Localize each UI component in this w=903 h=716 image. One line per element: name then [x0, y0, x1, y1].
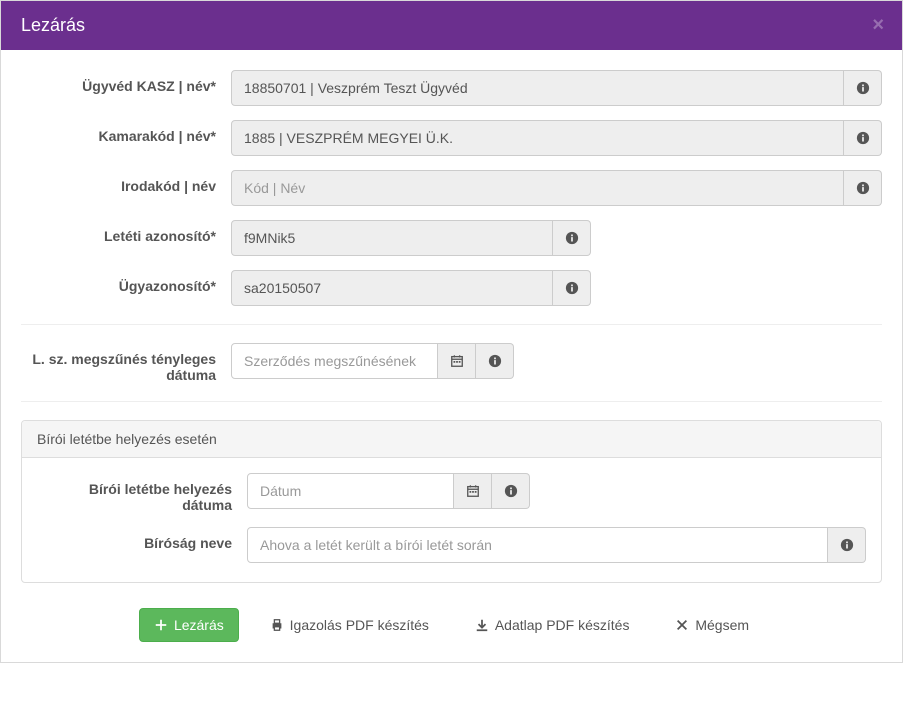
info-icon [844, 70, 882, 106]
panel-heading: Bírói letétbe helyezés esetén [22, 421, 881, 458]
row-irodakod: Irodakód | név [21, 170, 882, 206]
button-label: Mégsem [695, 617, 749, 633]
modal-footer: Lezárás Igazolás PDF készítés Adatlap PD… [1, 593, 902, 662]
label-biroi-datum: Bírói letétbe helyezés dátuma [37, 473, 247, 513]
label-kamarakod: Kamarakód | név* [21, 120, 231, 144]
info-icon [553, 270, 591, 306]
modal-body: Ügyvéd KASZ | név* Kamarakód | név* Irod… [1, 50, 902, 593]
modal-title: Lezárás [21, 15, 882, 36]
label-leteti: Letéti azonosító* [21, 220, 231, 244]
label-ugyved: Ügyvéd KASZ | név* [21, 70, 231, 94]
lezaras-button[interactable]: Lezárás [139, 608, 239, 642]
adatlap-pdf-button[interactable]: Adatlap PDF készítés [460, 608, 645, 642]
input-megszunes-date[interactable] [231, 343, 438, 379]
divider [21, 401, 882, 402]
button-label: Adatlap PDF készítés [495, 617, 630, 633]
button-label: Lezárás [174, 617, 224, 633]
calendar-icon[interactable] [438, 343, 476, 379]
info-icon [476, 343, 514, 379]
info-icon [844, 170, 882, 206]
download-icon [475, 618, 489, 632]
info-icon [492, 473, 530, 509]
row-kamarakod: Kamarakód | név* [21, 120, 882, 156]
input-kamarakod [231, 120, 844, 156]
panel-biroi: Bírói letétbe helyezés esetén Bírói leté… [21, 420, 882, 583]
plus-icon [154, 618, 168, 632]
input-ugyved [231, 70, 844, 106]
info-icon [553, 220, 591, 256]
input-irodakod [231, 170, 844, 206]
modal-header: Lezárás × [1, 1, 902, 50]
print-icon [270, 618, 284, 632]
megsem-button[interactable]: Mégsem [660, 608, 764, 642]
label-ugy: Ügyazonosító* [21, 270, 231, 294]
row-birosag: Bíróság neve [37, 527, 866, 563]
row-biroi-datum: Bírói letétbe helyezés dátuma [37, 473, 866, 513]
igazolas-pdf-button[interactable]: Igazolás PDF készítés [255, 608, 444, 642]
button-label: Igazolás PDF készítés [290, 617, 429, 633]
calendar-icon[interactable] [454, 473, 492, 509]
label-irodakod: Irodakód | név [21, 170, 231, 194]
row-ugyved: Ügyvéd KASZ | név* [21, 70, 882, 106]
close-icon [675, 618, 689, 632]
label-megszunes: L. sz. megszűnés tényleges dátuma [21, 343, 231, 383]
input-ugy [231, 270, 553, 306]
input-birosag[interactable] [247, 527, 828, 563]
label-birosag: Bíróság neve [37, 527, 247, 551]
panel-body: Bírói letétbe helyezés dátuma Bíróság ne… [22, 458, 881, 582]
close-icon[interactable]: × [872, 15, 884, 35]
input-biroi-date[interactable] [247, 473, 454, 509]
info-icon [828, 527, 866, 563]
input-leteti [231, 220, 553, 256]
row-ugy: Ügyazonosító* [21, 270, 882, 306]
modal-dialog: Lezárás × Ügyvéd KASZ | név* Kamarakód |… [0, 0, 903, 663]
info-icon [844, 120, 882, 156]
divider [21, 324, 882, 325]
row-megszunes: L. sz. megszűnés tényleges dátuma [21, 343, 882, 383]
row-leteti: Letéti azonosító* [21, 220, 882, 256]
